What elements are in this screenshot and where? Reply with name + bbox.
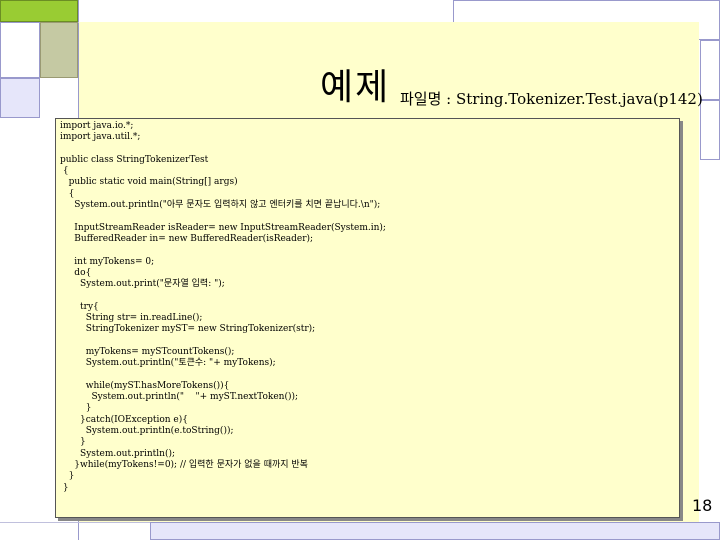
deco-square-white xyxy=(0,22,40,78)
deco-square-lavender xyxy=(0,78,40,118)
code-line: System.out.println(" "+ myST.nextToken()… xyxy=(60,392,299,403)
code-line: InputStreamReader isReader= new InputStr… xyxy=(60,222,386,233)
deco-square-olive xyxy=(40,22,78,78)
code-line: } xyxy=(60,403,92,414)
code-line: String str= in.readLine(); xyxy=(60,313,203,324)
code-line: { xyxy=(60,188,75,199)
code-line: System.out.println("아무 문자도 입력하지 않고 엔터키를 … xyxy=(60,200,381,211)
code-line: { xyxy=(60,166,69,177)
page-number: 18 xyxy=(692,496,713,515)
code-line: }catch(IOException e){ xyxy=(60,414,188,425)
code-line: import java.util.*; xyxy=(60,132,141,143)
code-line: } xyxy=(60,437,86,448)
code-listing: import java.io.*; import java.util.*; pub… xyxy=(60,121,386,494)
code-line: System.out.println(); xyxy=(60,448,176,459)
deco-square-right-2 xyxy=(700,100,720,160)
code-line: try{ xyxy=(60,301,99,312)
code-line: System.out.print("문자열 입력: "); xyxy=(60,279,225,290)
code-line: while(myST.hasMoreTokens()){ xyxy=(60,380,230,391)
slide-title: 예제 xyxy=(320,67,391,108)
code-line: public static void main(String[] args) xyxy=(60,177,238,188)
deco-bar-bottom xyxy=(150,522,720,540)
code-line: public class StringTokenizerTest xyxy=(60,154,209,165)
code-line: myTokens= mySTcountTokens(); xyxy=(60,346,235,357)
slide-subtitle: 파일명 : String.Tokenizer.Test.java(p142) xyxy=(400,90,703,108)
code-line: System.out.println(e.toString()); xyxy=(60,426,234,437)
code-line: } xyxy=(60,471,75,482)
code-line: import java.io.*; xyxy=(60,121,134,131)
corner-square-green xyxy=(0,0,78,22)
deco-square-right xyxy=(700,40,720,100)
code-line: } xyxy=(60,482,69,493)
code-line: }while(myTokens!=0); // 입력한 문자가 없을 때까지 반… xyxy=(60,459,308,470)
code-line: do{ xyxy=(60,267,92,278)
code-line: BufferedReader in= new BufferedReader(is… xyxy=(60,233,314,244)
code-line: System.out.println("토큰수: "+ myTokens); xyxy=(60,358,276,369)
code-line: StringTokenizer myST= new StringTokenize… xyxy=(60,324,316,335)
code-line: int myTokens= 0; xyxy=(60,256,155,267)
